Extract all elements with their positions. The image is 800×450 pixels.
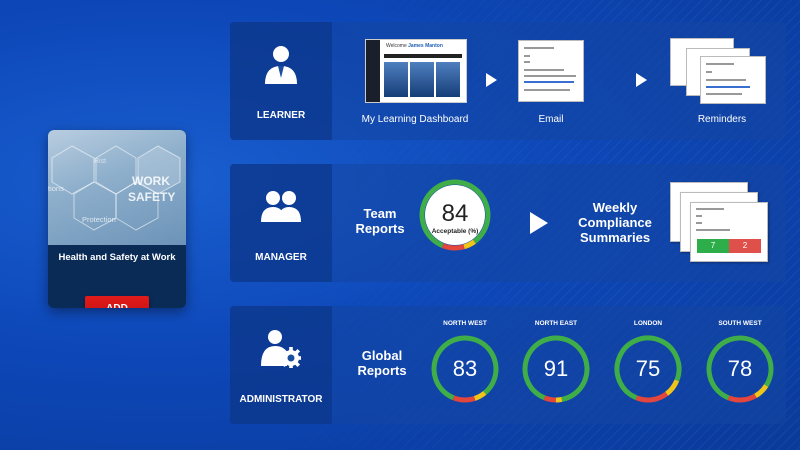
reminders-caption: Reminders: [697, 114, 747, 125]
add-course-button[interactable]: ADD: [85, 296, 149, 308]
reminder-card[interactable]: [700, 56, 766, 104]
gauge-red-arc: [452, 395, 476, 403]
gauge-red-arc: [635, 391, 669, 403]
region-name: SOUTH WEST: [718, 320, 762, 327]
image-word-protection: Protection: [82, 215, 116, 224]
region-name: LONDON: [633, 320, 663, 327]
course-title: Health and Safety at Work: [58, 252, 176, 263]
learner-row: LEARNER Welcome James Manton My Learning…: [230, 22, 786, 140]
play-arrow-icon: [530, 212, 548, 234]
dashboard-tile: [384, 62, 408, 97]
gauge-yellow-arc: [473, 390, 487, 401]
administrator-row: ADMINISTRATOR Global Reports NORTH WEST 8…: [230, 306, 786, 424]
summary-red-count: 2: [729, 239, 761, 253]
administrator-label: ADMINISTRATOR: [239, 394, 323, 405]
admin-gear-icon: [261, 330, 301, 368]
email-thumbnail[interactable]: [518, 40, 584, 102]
learner-role-panel: LEARNER: [230, 22, 332, 140]
gauge-yellow-arc: [664, 379, 680, 396]
dashboard-thumbnail[interactable]: Welcome James Manton: [365, 39, 467, 103]
dashboard-tile: [436, 62, 460, 97]
manager-role-panel: MANAGER: [230, 164, 332, 282]
dashboard-welcome: Welcome James Manton: [386, 43, 443, 49]
team-score-value: 84: [441, 200, 469, 227]
arrow-right-icon: [636, 73, 647, 87]
region-score: 75: [635, 356, 661, 381]
image-word-work: WORK: [132, 174, 170, 188]
dashboard-caption: My Learning Dashboard: [361, 114, 469, 125]
manager-row: MANAGER Team Reports 84 Acceptable (%) We…: [230, 164, 786, 282]
learner-icon: [265, 46, 297, 84]
gauge-red-arc: [441, 243, 465, 251]
course-card[interactable]: WORK SAFETY Protection tions Rist Health…: [48, 130, 186, 308]
weekly-summaries-label: Weekly Compliance Summaries: [578, 200, 652, 245]
dashboard-tile: [410, 62, 434, 97]
gauge-yellow-arc: [754, 384, 769, 399]
arrow-right-icon: [486, 73, 497, 87]
region-score: 83: [452, 356, 478, 381]
summary-green-count: 7: [697, 239, 729, 253]
global-reports-label: Global Reports: [357, 348, 407, 378]
administrator-role-panel: ADMINISTRATOR: [230, 306, 332, 424]
gauge-red-arc: [543, 395, 556, 403]
image-word-safety: SAFETY: [128, 190, 176, 204]
email-caption: Email: [538, 114, 564, 125]
team-reports-label: Team Reports: [355, 206, 405, 236]
dashboard-sidebar: [366, 40, 380, 102]
dashboard-bar: [384, 54, 462, 58]
team-icon: [261, 191, 301, 222]
course-image: WORK SAFETY Protection tions Rist: [48, 130, 186, 245]
gauge-red-arc: [727, 393, 757, 403]
region-name: NORTH WEST: [443, 320, 487, 327]
image-word-rist: Rist: [94, 158, 107, 165]
gauge-yellow-arc: [555, 396, 563, 403]
region-name: NORTH EAST: [534, 320, 578, 327]
region-score: 78: [727, 356, 753, 381]
image-word-tions: tions: [48, 184, 64, 193]
learner-label: LEARNER: [256, 110, 306, 121]
summary-card[interactable]: 7 2: [690, 202, 768, 262]
manager-label: MANAGER: [255, 252, 307, 263]
region-score: 91: [543, 356, 569, 381]
team-score-label: Acceptable (%): [431, 228, 479, 235]
